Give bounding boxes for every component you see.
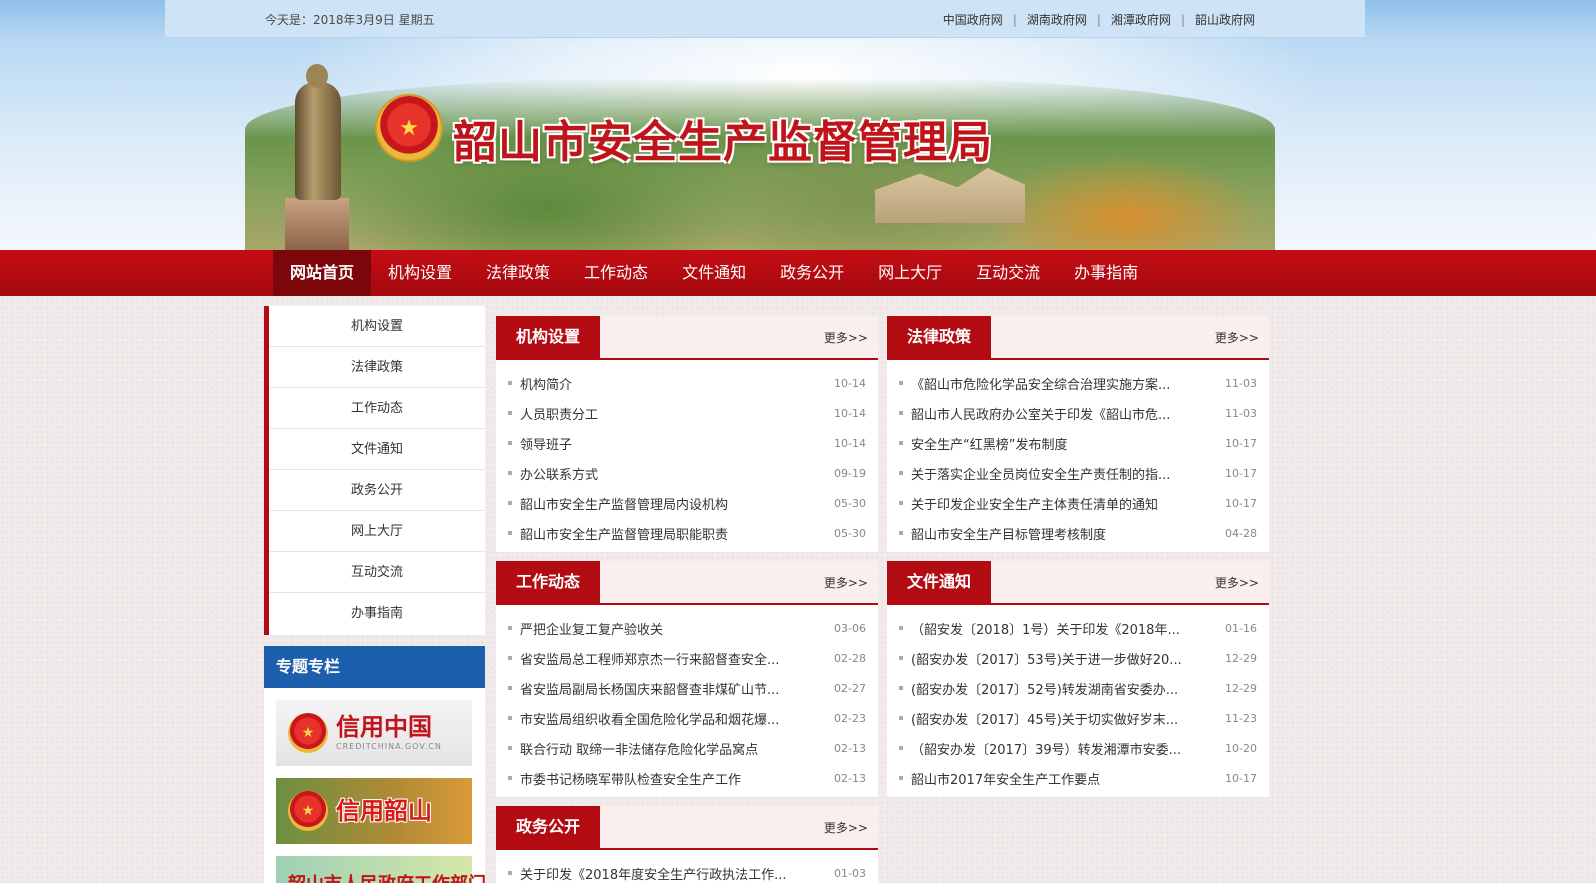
list-item[interactable]: (韶安办发〔2017〕53号)关于进一步做好20... 12-29 bbox=[899, 643, 1257, 673]
more-link[interactable]: 更多>> bbox=[824, 819, 868, 836]
list-item[interactable]: 严把企业复工复产验收关 03-06 bbox=[508, 613, 866, 643]
left-menu: 机构设置 法律政策 工作动态 文件通知 政务公开 网上大厅 互动交流 办事指南 bbox=[264, 306, 485, 635]
list-item[interactable]: (韶安办发〔2017〕45号)关于切实做好岁末... 11-23 bbox=[899, 703, 1257, 733]
list-item[interactable]: 关于印发《2018年度安全生产行政执法工作... 01-03 bbox=[508, 858, 866, 883]
list-item[interactable]: 机构简介 10-14 bbox=[508, 368, 866, 398]
promo-url: CREDITCHINA.GOV.CN bbox=[336, 742, 442, 751]
link-hunan-gov[interactable]: 湖南政府网 bbox=[1017, 11, 1097, 28]
panel-zhengwu: 政务公开 更多>> 关于印发《2018年度安全生产行政执法工作... 01-03 bbox=[496, 806, 878, 883]
list-item[interactable]: (韶安办发〔2017〕52号)转发湖南省安委办... 12-29 bbox=[899, 673, 1257, 703]
list-item[interactable]: 韶山市安全生产监督管理局职能职责 05-30 bbox=[508, 518, 866, 548]
more-link[interactable]: 更多>> bbox=[824, 574, 868, 591]
promo-credit-shaoshan[interactable]: ★ 信用韶山 bbox=[276, 778, 472, 844]
list-item[interactable]: 联合行动 取缔一非法储存危险化学品窝点 02-13 bbox=[508, 733, 866, 763]
nav-jigou[interactable]: 机构设置 bbox=[371, 250, 469, 296]
panel-jigou: 机构设置 更多>> 机构简介 10-14 人员职责分工 10-14 领导班子 10-1… bbox=[496, 316, 878, 552]
list-item[interactable]: 领导班子 10-14 bbox=[508, 428, 866, 458]
left-menu-item[interactable]: 互动交流 bbox=[269, 552, 485, 593]
list-item[interactable]: 办公联系方式 09-19 bbox=[508, 458, 866, 488]
promo-title: 信用韶山 bbox=[336, 797, 432, 825]
left-menu-item[interactable]: 机构设置 bbox=[269, 306, 485, 347]
site-title: 韶山市安全生产监督管理局 bbox=[453, 117, 993, 168]
panel-wenjian: 文件通知 更多>> （韶安发〔2018〕1号）关于印发《2018年... 01-1… bbox=[887, 561, 1269, 797]
left-menu-item[interactable]: 文件通知 bbox=[269, 429, 485, 470]
left-menu-item[interactable]: 工作动态 bbox=[269, 388, 485, 429]
top-bar: 今天是：2018年3月9日 星期五 中国政府网 | 湖南政府网 | 湘潭政府网 … bbox=[165, 0, 1365, 38]
link-china-gov[interactable]: 中国政府网 bbox=[933, 11, 1013, 28]
statue-image bbox=[295, 82, 341, 200]
panel-title: 法律政策 bbox=[887, 316, 992, 360]
nav-gongzuo[interactable]: 工作动态 bbox=[567, 250, 665, 296]
promo-credit-china[interactable]: ★ 信用中国 CREDITCHINA.GOV.CN bbox=[276, 700, 472, 766]
statue-pedestal bbox=[285, 198, 349, 250]
nav-home[interactable]: 网站首页 bbox=[273, 250, 372, 296]
list-item[interactable]: 《韶山市危险化学品安全综合治理实施方案... 11-03 bbox=[899, 368, 1257, 398]
list-item[interactable]: 韶山市安全生产目标管理考核制度 04-28 bbox=[899, 518, 1257, 548]
left-menu-item[interactable]: 网上大厅 bbox=[269, 511, 485, 552]
national-emblem-icon: ★ bbox=[288, 791, 328, 831]
nav-wenjian[interactable]: 文件通知 bbox=[665, 250, 763, 296]
list-item[interactable]: 市安监局组织收看全国危险化学品和烟花爆... 02-23 bbox=[508, 703, 866, 733]
link-shaoshan-gov[interactable]: 韶山政府网 bbox=[1185, 11, 1265, 28]
nav-zhengwu[interactable]: 政务公开 bbox=[763, 250, 861, 296]
main-nav: 网站首页 机构设置 法律政策 工作动态 文件通知 政务公开 网上大厅 互动交流 … bbox=[0, 250, 1596, 296]
link-xiangtan-gov[interactable]: 湘潭政府网 bbox=[1101, 11, 1181, 28]
list-item[interactable]: 省安监局总工程师郑京杰一行来韶督查安全... 02-28 bbox=[508, 643, 866, 673]
panel-title: 工作动态 bbox=[496, 561, 601, 605]
nav-wangshang[interactable]: 网上大厅 bbox=[861, 250, 959, 296]
panel-title: 机构设置 bbox=[496, 316, 601, 360]
more-link[interactable]: 更多>> bbox=[1215, 574, 1259, 591]
list-item[interactable]: 关于落实企业全员岗位安全生产责任制的指... 10-17 bbox=[899, 458, 1257, 488]
promo-title: 韶山市人民政府工作部门 bbox=[288, 870, 486, 883]
left-menu-item[interactable]: 法律政策 bbox=[269, 347, 485, 388]
list-item[interactable]: 市委书记杨晓军带队检查安全生产工作 02-13 bbox=[508, 763, 866, 793]
list-item[interactable]: 韶山市人民政府办公室关于印发《韶山市危... 11-03 bbox=[899, 398, 1257, 428]
list-item[interactable]: 关于印发企业安全生产主体责任清单的通知 10-17 bbox=[899, 488, 1257, 518]
top-links: 中国政府网 | 湖南政府网 | 湘潭政府网 | 韶山政府网 bbox=[933, 11, 1265, 28]
more-link[interactable]: 更多>> bbox=[824, 329, 868, 346]
promo-gov-departments[interactable]: 韶山市人民政府工作部门 bbox=[276, 856, 486, 883]
nav-falv[interactable]: 法律政策 bbox=[469, 250, 567, 296]
national-emblem-icon: ★ bbox=[377, 96, 441, 160]
panel-falv: 法律政策 更多>> 《韶山市危险化学品安全综合治理实施方案... 11-03 韶山… bbox=[887, 316, 1269, 552]
list-item[interactable]: 省安监局副局长杨国庆来韶督查非煤矿山节... 02-27 bbox=[508, 673, 866, 703]
today-date: 今天是：2018年3月9日 星期五 bbox=[265, 13, 435, 27]
nav-banshi[interactable]: 办事指南 bbox=[1057, 250, 1155, 296]
panel-title: 政务公开 bbox=[496, 806, 601, 850]
panel-title: 文件通知 bbox=[887, 561, 992, 605]
more-link[interactable]: 更多>> bbox=[1215, 329, 1259, 346]
left-menu-item[interactable]: 政务公开 bbox=[269, 470, 485, 511]
list-item[interactable]: （韶安办发〔2017〕39号）转发湘潭市安委... 10-20 bbox=[899, 733, 1257, 763]
special-column: ★ 信用中国 CREDITCHINA.GOV.CN ★ 信用韶山 韶山市人民政府… bbox=[264, 688, 486, 883]
panel-gongzuo: 工作动态 更多>> 严把企业复工复产验收关 03-06 省安监局总工程师郑京杰一行… bbox=[496, 561, 878, 797]
special-column-title: 专题专栏 bbox=[264, 646, 485, 688]
promo-title: 信用中国 bbox=[336, 713, 432, 741]
header-banner: ★ 韶山市安全生产监督管理局 bbox=[165, 38, 1365, 250]
list-item[interactable]: 人员职责分工 10-14 bbox=[508, 398, 866, 428]
left-menu-item[interactable]: 办事指南 bbox=[269, 593, 485, 634]
nav-hudong[interactable]: 互动交流 bbox=[959, 250, 1057, 296]
list-item[interactable]: （韶安发〔2018〕1号）关于印发《2018年... 01-16 bbox=[899, 613, 1257, 643]
list-item[interactable]: 韶山市2017年安全生产工作要点 10-17 bbox=[899, 763, 1257, 793]
list-item[interactable]: 韶山市安全生产监督管理局内设机构 05-30 bbox=[508, 488, 866, 518]
national-emblem-icon: ★ bbox=[288, 713, 328, 753]
list-item[interactable]: 安全生产“红黑榜”发布制度 10-17 bbox=[899, 428, 1257, 458]
